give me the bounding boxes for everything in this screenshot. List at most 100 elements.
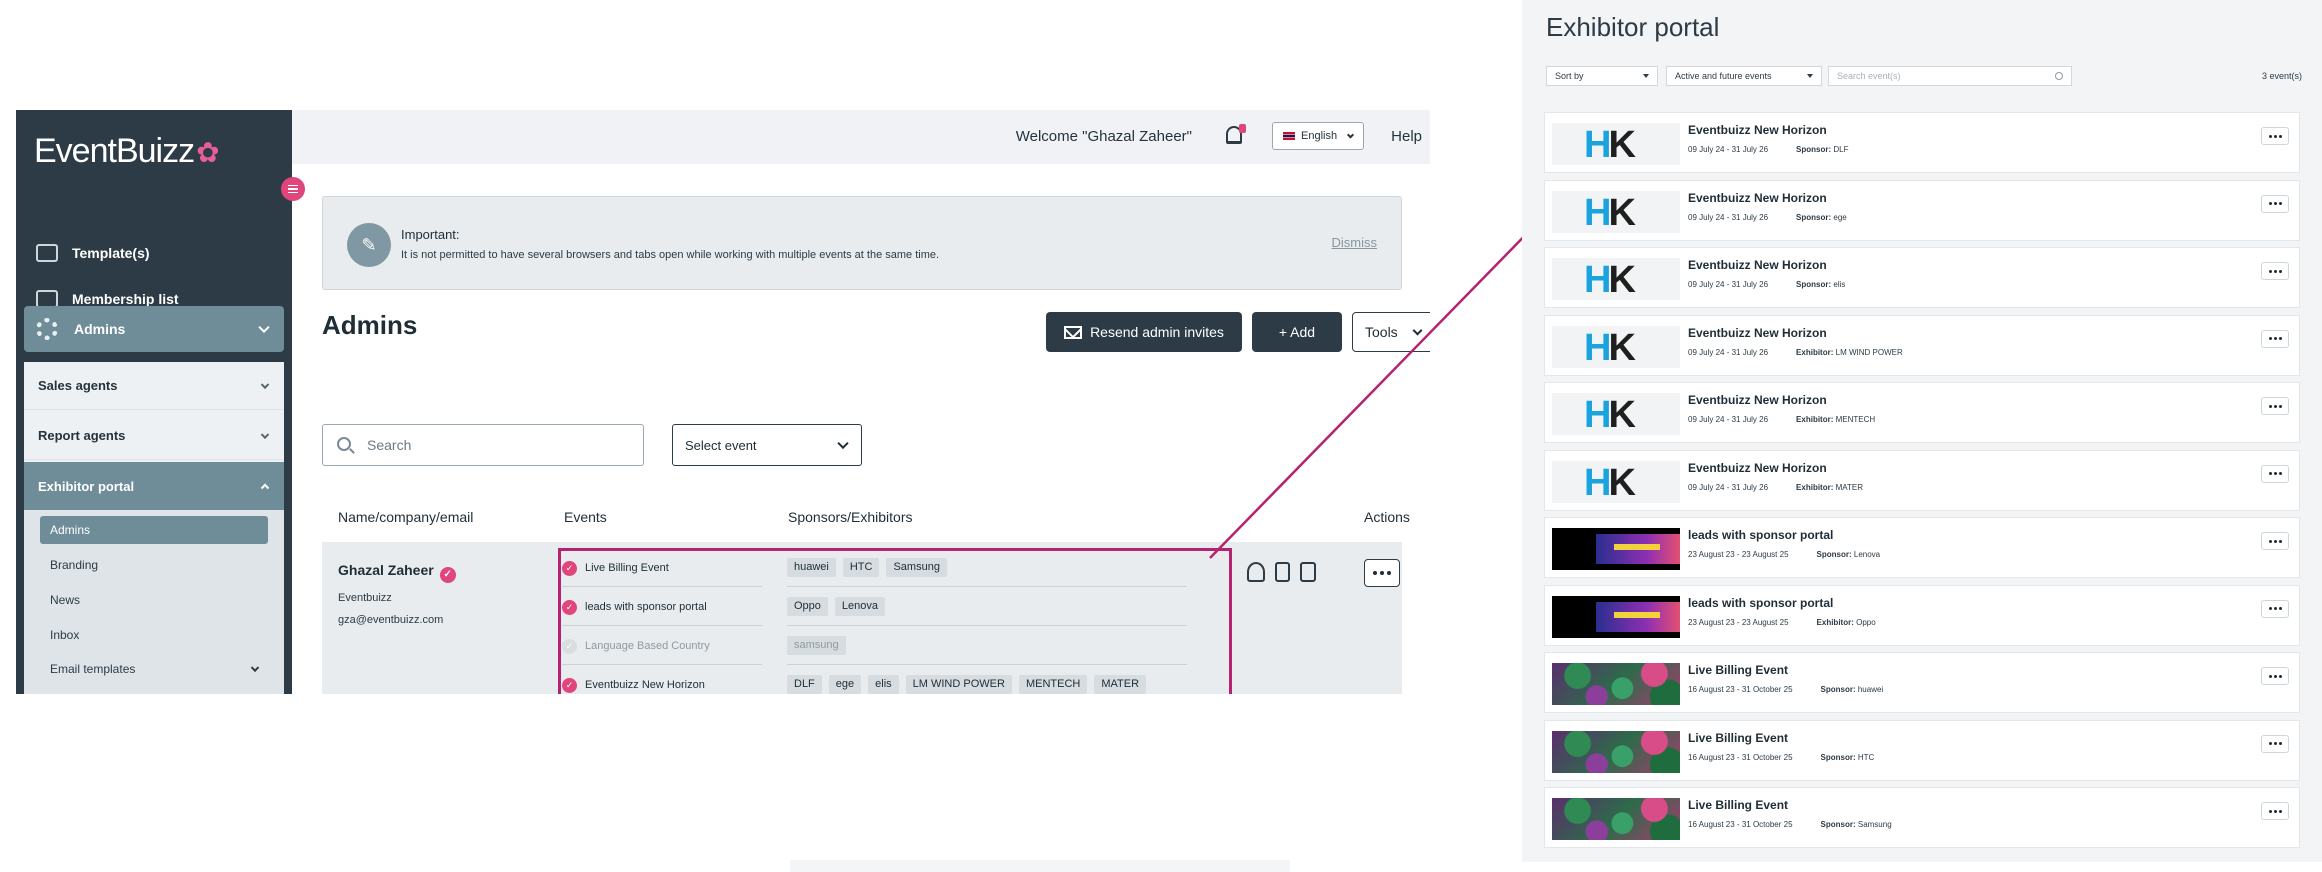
search-placeholder: Search: [367, 437, 412, 453]
notice-text: It is not permitted to have several brow…: [401, 249, 940, 261]
filter-select[interactable]: Active and future events: [1666, 66, 1822, 86]
event-card[interactable]: HK Eventbuizz New Horizon 09 July 24 - 31 …: [1544, 179, 2300, 241]
more-actions-button[interactable]: [2261, 599, 2289, 618]
menu-item-admins[interactable]: Admins: [40, 516, 268, 544]
company-name: LM WIND POWER: [1835, 347, 1903, 357]
event-card[interactable]: leads with sponsor portal 23 August 23 - …: [1544, 517, 2300, 578]
role-label: Sponsor:: [1820, 752, 1856, 762]
admin-name: Ghazal Zaheer ✓: [338, 562, 456, 583]
exhibitor-portal-menu: Admins Branding News Inbox Email templat…: [24, 510, 284, 694]
column-header-sponsors: Sponsors/Exhibitors: [788, 509, 913, 525]
event-title: Eventbuizz New Horizon: [1688, 258, 1827, 272]
select-label: Select event: [685, 437, 757, 453]
hamburger-icon[interactable]: [281, 177, 305, 201]
role-label: Exhibitor:: [1816, 617, 1854, 627]
more-actions-button[interactable]: [2261, 127, 2289, 145]
event-card[interactable]: leads with sponsor portal 23 August 23 - …: [1544, 584, 2300, 646]
event-thumbnail: HK: [1552, 393, 1680, 435]
event-thumbnail: HK: [1552, 258, 1680, 300]
menu-item-label: Inbox: [50, 628, 80, 642]
event-meta: 16 August 23 - 31 October 25 Sponsor: HTC: [1688, 753, 1874, 762]
search-input[interactable]: Search: [322, 424, 644, 466]
column-header-events: Events: [564, 509, 607, 525]
event-card[interactable]: HK Eventbuizz New Horizon 09 July 24 - 31 …: [1544, 247, 2300, 308]
menu-item-branding[interactable]: Branding: [40, 551, 268, 579]
company-name: Lenova: [1853, 550, 1881, 559]
event-meta: 09 July 24 - 31 July 26 Exhibitor: LM WIN…: [1688, 348, 1903, 357]
arrow-line: [1209, 215, 1545, 559]
more-actions-button[interactable]: [2261, 397, 2289, 415]
hk-logo-text: HK: [1584, 394, 1636, 435]
banner-graphic: [1596, 534, 1680, 564]
event-card[interactable]: Live Billing Event 16 August 23 - 31 Octo…: [1544, 652, 2300, 713]
top-bar: Welcome "Ghazal Zaheer" English Help: [292, 110, 1430, 164]
highlight-box: [558, 548, 1232, 694]
event-card[interactable]: HK Eventbuizz New Horizon 09 July 24 - 31 …: [1544, 314, 2300, 376]
company-name: Oppo: [1856, 617, 1876, 627]
event-thumbnail: HK: [1552, 325, 1680, 368]
search-icon: [2055, 72, 2063, 80]
sidebar-item-templates[interactable]: Template(s): [16, 230, 292, 276]
submenu-item-report-agents[interactable]: Report agents: [24, 412, 284, 460]
language-label: English: [1301, 130, 1338, 142]
menu-item-email-templates[interactable]: Email templates: [40, 655, 268, 683]
event-title: Live Billing Event: [1688, 730, 1789, 745]
event-card[interactable]: HK Eventbuizz New Horizon 09 July 24 - 31 …: [1544, 449, 2300, 511]
hk-logo-text: HK: [1584, 461, 1636, 503]
event-thumbnail: HK: [1552, 190, 1680, 233]
submenu-item-exhibitor-portal[interactable]: Exhibitor portal: [24, 462, 284, 510]
event-meta: 16 August 23 - 31 October 25 Sponsor: hua…: [1688, 685, 1883, 694]
admin-company: Eventbuizz: [338, 592, 392, 604]
role-label: Sponsor:: [1816, 550, 1852, 559]
more-actions-button[interactable]: [2261, 262, 2289, 280]
search-events-input[interactable]: Search event(s): [1828, 66, 2072, 86]
admin-email: gza@eventbuizz.com: [338, 614, 444, 626]
event-meta: 23 August 23 - 23 August 25 Exhibitor: Op…: [1688, 618, 1876, 627]
event-select[interactable]: Select event: [672, 424, 862, 466]
more-actions-button[interactable]: [2261, 667, 2289, 685]
more-actions-button[interactable]: [2261, 802, 2289, 820]
submenu-label: Report agents: [38, 428, 126, 443]
help-link[interactable]: Help: [1391, 128, 1422, 145]
company-name: huawei: [1857, 685, 1884, 694]
more-actions-button[interactable]: [2261, 194, 2289, 213]
chevron-down-icon: [260, 380, 270, 389]
event-thumbnail: [1552, 730, 1680, 773]
event-meta: 09 July 24 - 31 July 26 Exhibitor: MATER: [1688, 483, 1863, 492]
search-placeholder: Search event(s): [1837, 71, 1901, 81]
filter-label: Active and future events: [1675, 71, 1772, 81]
caret-down-icon: [1643, 74, 1649, 78]
more-actions-button[interactable]: [2261, 734, 2289, 753]
sidebar-item-admins[interactable]: Admins: [24, 306, 284, 352]
more-actions-button[interactable]: [2261, 464, 2289, 483]
menu-item-label: News: [50, 593, 81, 607]
event-card[interactable]: Live Billing Event 16 August 23 - 31 Octo…: [1544, 787, 2300, 848]
event-card[interactable]: HK Eventbuizz New Horizon 09 July 24 - 31 …: [1544, 112, 2300, 173]
event-card[interactable]: Live Billing Event 16 August 23 - 31 Octo…: [1544, 719, 2300, 781]
more-actions-button[interactable]: [2261, 532, 2289, 550]
event-title: Eventbuizz New Horizon: [1688, 123, 1827, 137]
page-title: Admins: [322, 310, 418, 340]
language-select[interactable]: English: [1272, 122, 1364, 150]
event-thumbnail: HK: [1552, 123, 1680, 165]
sort-select[interactable]: Sort by: [1546, 66, 1658, 86]
menu-item-news[interactable]: News: [40, 586, 268, 614]
event-card[interactable]: HK Eventbuizz New Horizon 09 July 24 - 31 …: [1544, 382, 2300, 443]
notification-badge: [1239, 124, 1246, 133]
event-count: 3 event(s): [2261, 71, 2302, 81]
event-meta: 09 July 24 - 31 July 26 Sponsor: elis: [1688, 280, 1845, 289]
submenu-item-sales-agents[interactable]: Sales agents: [24, 362, 284, 410]
menu-item-label: Admins: [50, 523, 91, 537]
menu-item-inbox[interactable]: Inbox: [40, 621, 268, 649]
chevron-down-icon: [1346, 131, 1355, 139]
chevron-down-icon: [260, 430, 270, 439]
event-title: leads with sponsor portal: [1688, 595, 1834, 610]
exhibitor-portal: Exhibitor portal Sort by Active and futu…: [1522, 0, 2322, 862]
butterfly-icon: ✿: [196, 137, 219, 168]
sidebar-item-label: Template(s): [72, 245, 150, 261]
submenu-label: Sales agents: [38, 378, 118, 393]
logo: EventBuizz✿: [34, 132, 220, 170]
event-dates: 09 July 24 - 31 July 26: [1688, 482, 1769, 492]
more-actions-button[interactable]: [2261, 329, 2289, 348]
submenu-label: Exhibitor portal: [38, 478, 135, 494]
